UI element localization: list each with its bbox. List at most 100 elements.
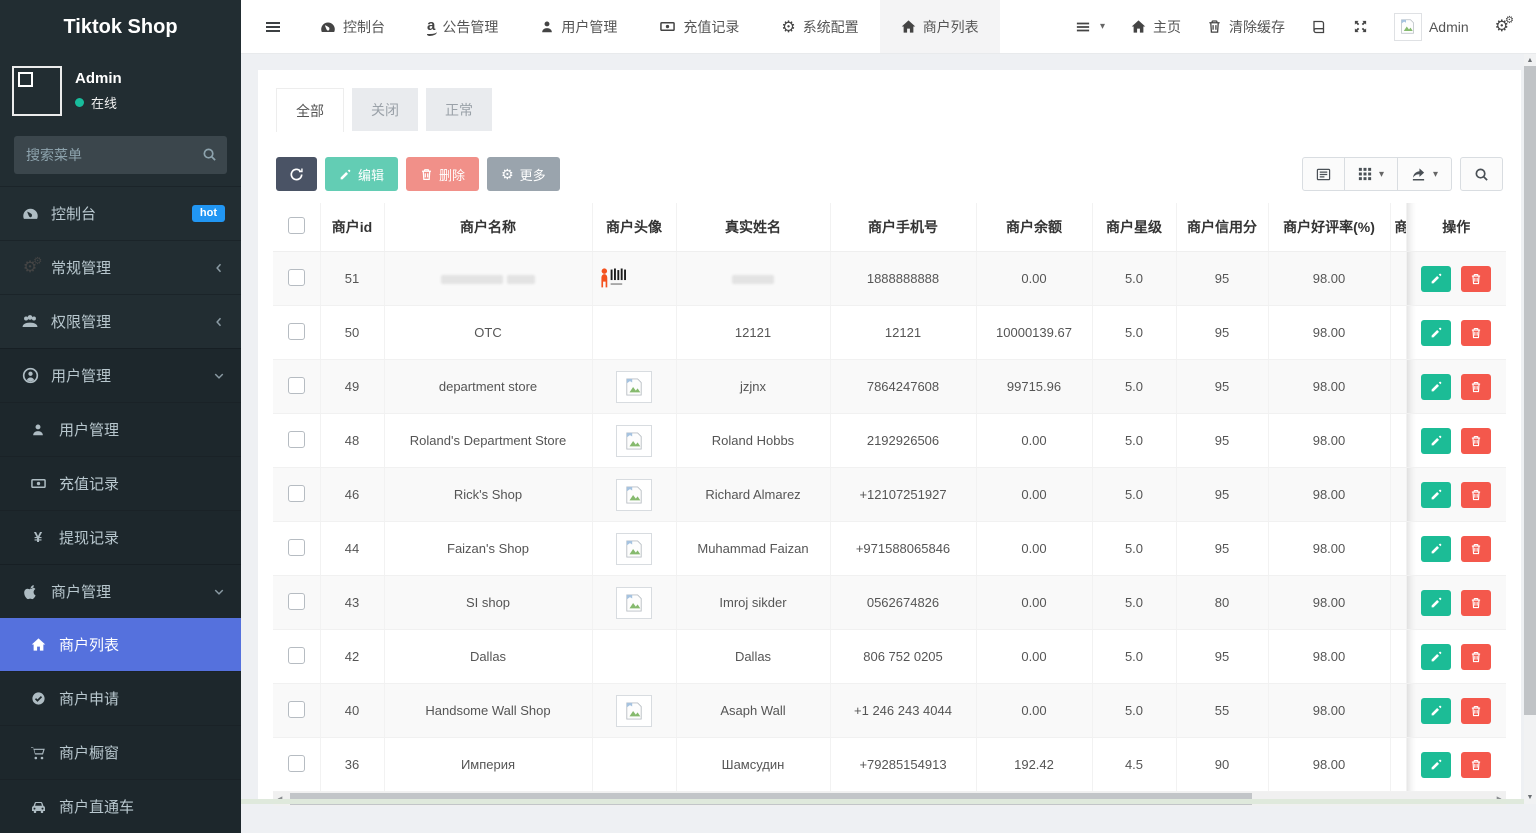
sidebar-item-permissions[interactable]: 权限管理 [0,294,241,348]
table-row: 42 Dallas Dallas 806 752 0205 0.00 5.0 9… [273,630,1506,684]
tab-normal[interactable]: 正常 [426,88,492,131]
real-name-cell: Roland Hobbs [676,414,830,468]
row-checkbox[interactable] [288,701,305,718]
nav-item-system-config[interactable]: ⚙ 系统配置 [760,0,879,53]
scroll-down-arrow-icon[interactable]: ▼ [1524,794,1536,801]
rating-cell: 98.00 [1268,468,1390,522]
horizontal-scrollbar-thumb[interactable] [290,793,1252,805]
scroll-right-arrow-icon[interactable]: ► [1495,794,1503,803]
scroll-up-arrow-icon[interactable]: ▲ [1524,57,1536,64]
sidebar-item-merchant-showcase[interactable]: 商户橱窗 [0,725,241,779]
sidebar-item-merchant-list[interactable]: 商户列表 [0,618,241,671]
row-edit-button[interactable] [1421,752,1451,778]
row-checkbox[interactable] [288,593,305,610]
sidebar-item-merchant-apply[interactable]: 商户申请 [0,671,241,725]
balance-cell: 0.00 [976,630,1092,684]
merchant-avatar-cell [592,306,676,360]
vertical-scrollbar-thumb[interactable] [1524,66,1536,715]
row-delete-button[interactable] [1461,752,1491,778]
sidebar-item-dashboard[interactable]: 控制台 hot [0,186,241,240]
vertical-scrollbar[interactable]: ▲ ▼ [1524,54,1536,804]
row-checkbox[interactable] [288,755,305,772]
tab-all[interactable]: 全部 [276,88,344,132]
detail-view-button[interactable] [1302,157,1345,191]
toolbar-right: ▾ ▾ [1302,157,1503,191]
row-edit-button[interactable] [1421,320,1451,346]
sidebar-item-users[interactable]: 用户管理 [0,402,241,456]
merchant-name-cell: OTC [384,306,592,360]
export-dropdown-button[interactable]: ▾ [1398,157,1452,191]
star-cell: 5.0 [1092,360,1176,414]
nav-docs-button[interactable] [1298,0,1340,53]
sidebar-search-input[interactable] [14,136,227,174]
sidebar-toggle-button[interactable] [241,0,299,53]
chevron-left-icon [213,316,225,328]
row-delete-button[interactable] [1461,320,1491,346]
row-edit-button[interactable] [1421,428,1451,454]
sidebar-item-withdraw-records[interactable]: ¥ 提现记录 [0,510,241,564]
home-icon [901,19,916,34]
row-edit-button[interactable] [1421,698,1451,724]
rating-cell: 98.00 [1268,360,1390,414]
nav-item-dashboard[interactable]: 控制台 [299,0,406,53]
columns-dropdown-button[interactable]: ▾ [1345,157,1398,191]
nav-admin-menu[interactable]: Admin [1381,0,1482,53]
row-edit-button[interactable] [1421,374,1451,400]
row-checkbox[interactable] [288,647,305,664]
nav-item-users[interactable]: 用户管理 [519,0,638,53]
actions-cell [1406,414,1506,468]
nav-home-button[interactable]: 主页 [1118,0,1194,53]
edit-button[interactable]: 编辑 [325,157,398,191]
row-delete-button[interactable] [1461,374,1491,400]
row-delete-button[interactable] [1461,698,1491,724]
refresh-button[interactable] [276,157,317,191]
phone-cell: +971588065846 [830,522,976,576]
broken-image-icon [616,371,652,403]
sidebar-item-user-management[interactable]: 用户管理 [0,348,241,402]
more-button[interactable]: ⚙ 更多 [487,157,560,191]
row-checkbox[interactable] [288,539,305,556]
row-delete-button[interactable] [1461,428,1491,454]
nav-settings-button[interactable]: ⚙⚙ [1482,0,1522,53]
sidebar-item-label: 控制台 [51,203,96,224]
row-delete-button[interactable] [1461,644,1491,670]
row-checkbox[interactable] [288,431,305,448]
nav-item-announcements[interactable]: a 公告管理 [406,0,519,53]
scroll-left-arrow-icon[interactable]: ◄ [276,794,284,803]
sidebar-item-recharge-records[interactable]: 充值记录 [0,456,241,510]
check-circle-icon [28,691,48,706]
nav-item-recharge-records[interactable]: 充值记录 [638,0,760,53]
phone-cell: 806 752 0205 [830,630,976,684]
row-checkbox[interactable] [288,377,305,394]
row-delete-button[interactable] [1461,482,1491,508]
nav-fullscreen-button[interactable] [1340,0,1381,53]
real-name-cell: Asaph Wall [676,684,830,738]
sidebar-item-merchant-management[interactable]: 商户管理 [0,564,241,618]
rating-cell: 98.00 [1268,738,1390,792]
row-checkbox[interactable] [288,323,305,340]
sidebar-item-general[interactable]: ⚙⚙ 常规管理 [0,240,241,294]
row-delete-button[interactable] [1461,590,1491,616]
row-checkbox-cell [273,360,320,414]
credit-cell: 95 [1176,252,1268,306]
row-checkbox[interactable] [288,485,305,502]
sidebar-item-merchant-express[interactable]: 商户直通车 [0,779,241,833]
row-checkbox[interactable] [288,269,305,286]
row-edit-button[interactable] [1421,590,1451,616]
col-merchant-avatar: 商户头像 [592,203,676,252]
row-edit-button[interactable] [1421,644,1451,670]
search-toggle-button[interactable] [1460,157,1503,191]
nav-menu-dropdown[interactable]: ▾ [1062,0,1118,53]
delete-button[interactable]: 删除 [406,157,479,191]
tab-closed[interactable]: 关闭 [352,88,418,131]
row-delete-button[interactable] [1461,266,1491,292]
row-edit-button[interactable] [1421,266,1451,292]
row-edit-button[interactable] [1421,482,1451,508]
row-edit-button[interactable] [1421,536,1451,562]
row-delete-button[interactable] [1461,536,1491,562]
select-all-checkbox[interactable] [288,217,305,234]
col-merchant-name: 商户名称 [384,203,592,252]
nav-clear-cache-button[interactable]: 清除缓存 [1194,0,1298,53]
rating-cell: 98.00 [1268,630,1390,684]
nav-item-merchant-list[interactable]: 商户列表 [880,0,1000,53]
